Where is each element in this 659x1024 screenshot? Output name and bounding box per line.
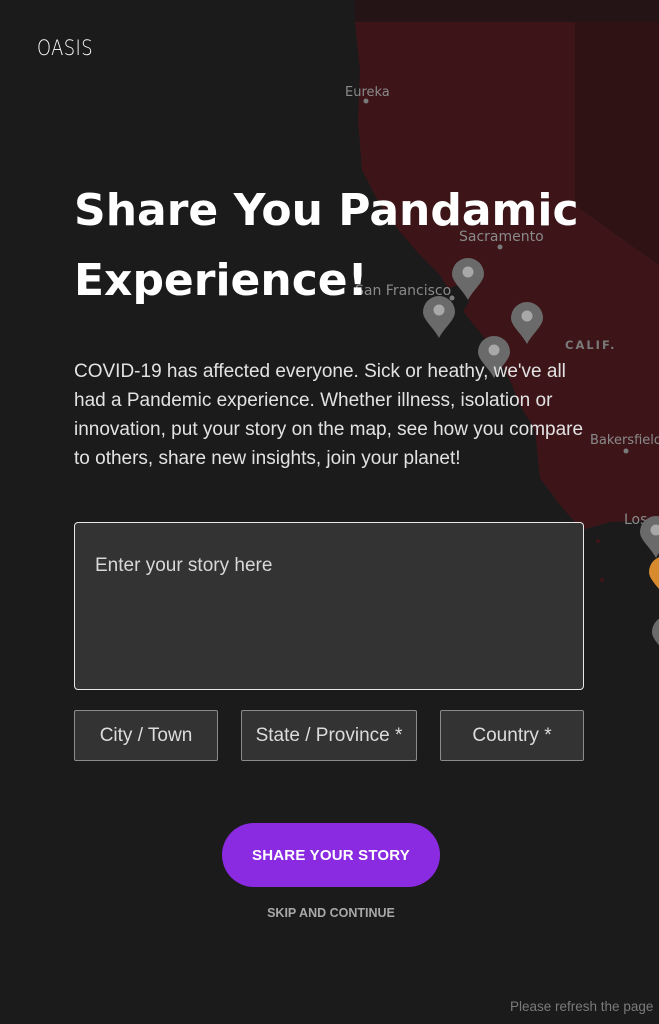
share-story-button[interactable]: SHARE YOUR STORY xyxy=(222,823,440,887)
page-title-line1: Share You Pandamic xyxy=(74,185,579,236)
map-label-bakersfield: Bakersfield xyxy=(590,433,659,448)
map-pin[interactable] xyxy=(652,616,659,658)
map-pin-highlighted[interactable] xyxy=(649,556,659,598)
story-textarea[interactable] xyxy=(74,522,584,690)
page-title: Share You Pandamic Experience! xyxy=(74,176,614,316)
map-label-eureka: Eureka xyxy=(345,85,390,100)
state-input[interactable] xyxy=(241,710,417,761)
map-label-calif: CALIF. xyxy=(565,338,616,352)
refresh-notice: Please refresh the page xyxy=(510,999,654,1014)
map-region-oregon xyxy=(355,0,659,22)
intro-paragraph: COVID-19 has affected everyone. Sick or … xyxy=(74,361,584,469)
country-input[interactable] xyxy=(440,710,584,761)
map-island xyxy=(596,539,600,543)
oasis-logo[interactable]: OASIS xyxy=(37,36,93,60)
page-title-line2: Experience! xyxy=(74,255,368,306)
map-island xyxy=(600,578,604,582)
city-input[interactable] xyxy=(74,710,218,761)
skip-continue-link[interactable]: SKIP AND CONTINUE xyxy=(222,906,440,920)
map-dot-bakersfield xyxy=(623,448,629,454)
